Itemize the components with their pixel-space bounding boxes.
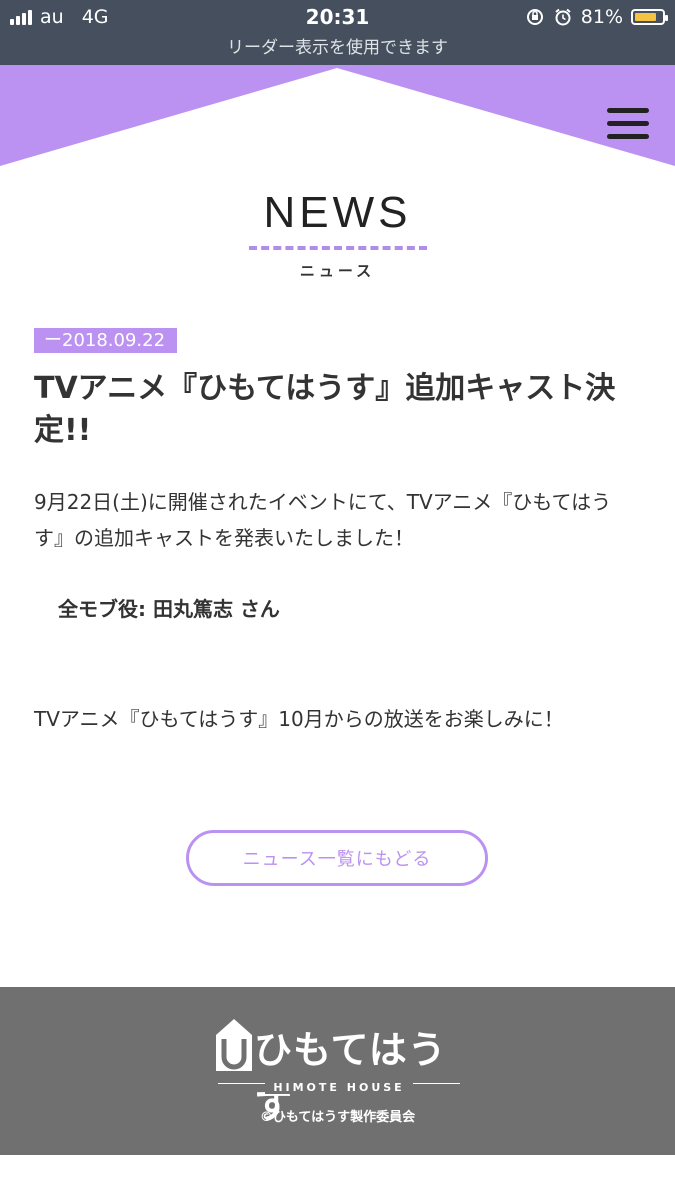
logo-subtitle: HIMOTE HOUSE [214,1076,464,1095]
house-logo-icon [216,1019,252,1071]
logo-subtitle-text: HIMOTE HOUSE [265,1081,413,1094]
battery-level-fill [635,13,657,21]
status-right: 81% [525,6,668,28]
reader-view-notice[interactable]: リーダー表示を使用できます [0,33,675,58]
page-title: NEWS [263,188,412,237]
back-to-news-list-button[interactable]: ニュース一覧にもどる [186,830,488,886]
battery-icon [631,9,668,25]
copyright: ©ひもてはうす製作委員会 [259,1110,416,1125]
himote-house-logo[interactable]: ひもてはうす HIMOTE HOUSE [214,1017,464,1127]
header-background [0,65,675,166]
cast-announcement: 全モブ役: 田丸篤志 さん [58,597,280,621]
article-paragraph: 9月22日(土)に開催されたイベントにて、TVアニメ『ひもてはうす』の追加キャス… [34,490,612,550]
article-title: TVアニメ『ひもてはうす』追加キャスト決定!! [34,371,616,448]
hamburger-menu-icon[interactable] [607,108,649,144]
title-divider [249,246,427,250]
article-body: 9月22日(土)に開催されたイベントにて、TVアニメ『ひもてはうす』の追加キャス… [34,484,639,556]
page-subtitle: ニュース [299,262,376,280]
alarm-icon [555,8,571,26]
date-badge: ー2018.09.22 [34,328,178,353]
rotation-lock-icon [526,9,543,25]
closing-paragraph: TVアニメ『ひもてはうす』10月からの放送をお楽しみに！ [34,707,564,731]
battery-percent: 81% [580,6,623,28]
status-bar: au 4G 20:31 81% リーダー表示を使用できます [0,0,675,65]
